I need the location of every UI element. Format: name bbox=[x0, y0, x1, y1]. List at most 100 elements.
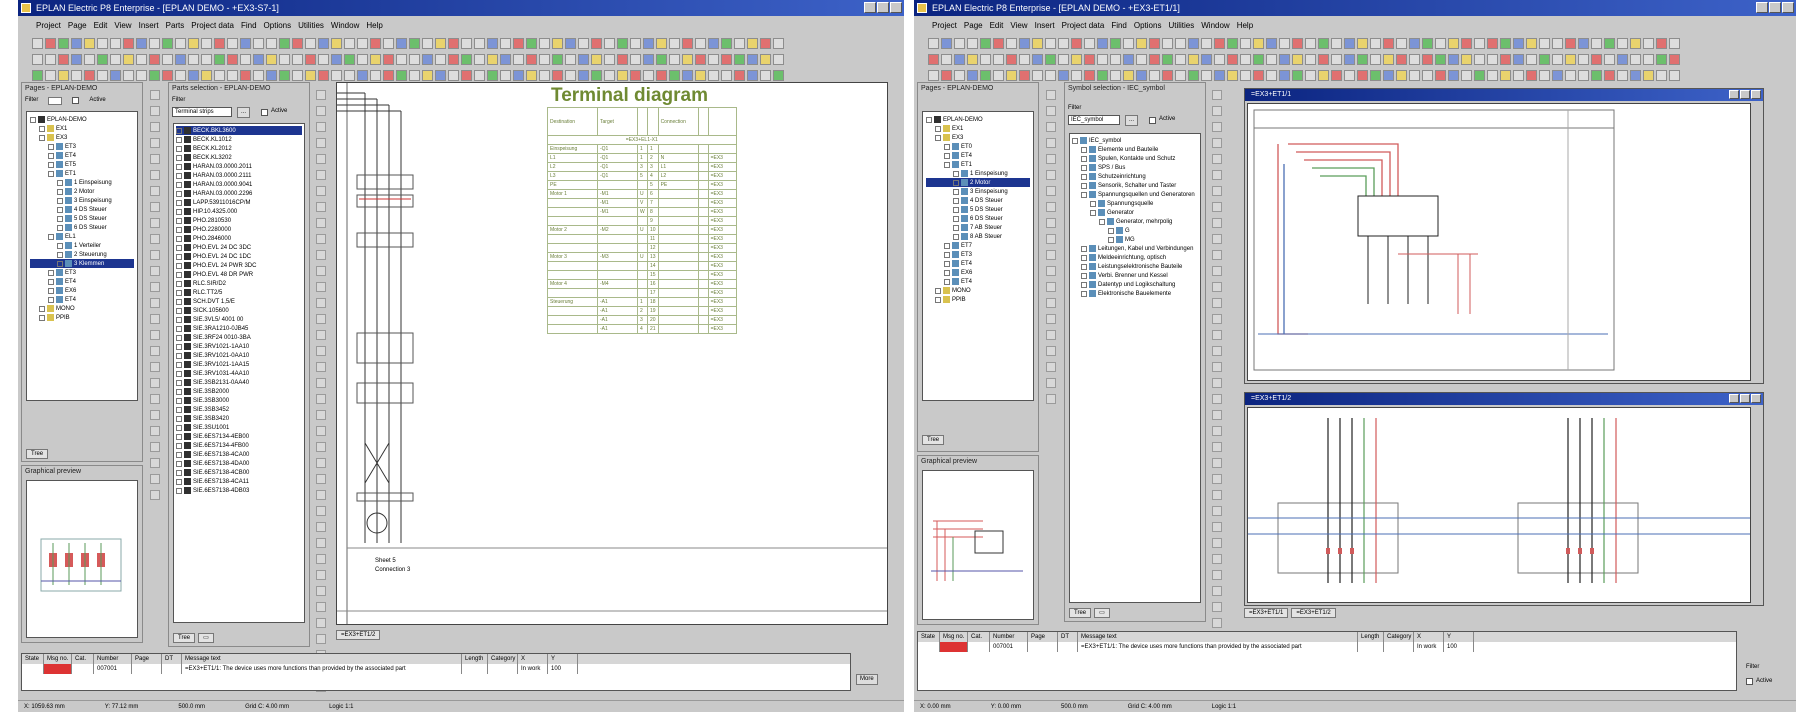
toolbar-button-icon[interactable] bbox=[617, 37, 628, 49]
column-header[interactable]: Msg no. bbox=[940, 632, 968, 642]
toolbar-button-icon[interactable] bbox=[1396, 69, 1407, 81]
expand-icon[interactable] bbox=[48, 161, 54, 168]
toolbar-button-icon[interactable] bbox=[1422, 53, 1433, 65]
tree-item[interactable]: ET4 bbox=[926, 151, 1030, 160]
expand-icon[interactable] bbox=[944, 242, 950, 249]
column-header[interactable]: DT bbox=[162, 654, 182, 664]
tool-icon[interactable] bbox=[1046, 234, 1056, 244]
toolbar-button-icon[interactable] bbox=[305, 69, 316, 81]
toolbar-button-icon[interactable] bbox=[526, 69, 537, 81]
toolbar-button-icon[interactable] bbox=[513, 69, 524, 81]
tree-item[interactable]: MONO bbox=[30, 304, 134, 313]
tool-icon[interactable] bbox=[316, 618, 326, 628]
toolbar-button-icon[interactable] bbox=[1630, 69, 1641, 81]
toolbar-button-icon[interactable] bbox=[357, 37, 368, 49]
tree-item[interactable]: 2 Steuerung bbox=[30, 250, 134, 259]
tool-icon[interactable] bbox=[316, 442, 326, 452]
tool-icon[interactable] bbox=[1212, 154, 1222, 164]
part-item[interactable]: SIE.6ES7138-4CA00 bbox=[176, 450, 302, 459]
menu-item-insert[interactable]: Insert bbox=[1035, 19, 1055, 33]
filter-dropdown[interactable]: Terminal strips bbox=[172, 107, 232, 117]
tree-item[interactable]: 5 DS Steuer bbox=[30, 214, 134, 223]
toolbar-button-icon[interactable] bbox=[71, 53, 82, 65]
toolbar-button-icon[interactable] bbox=[539, 37, 550, 49]
menu-item-page[interactable]: Page bbox=[964, 19, 983, 33]
tool-icon[interactable] bbox=[316, 234, 326, 244]
expand-icon[interactable] bbox=[48, 152, 54, 159]
toolbar-button-icon[interactable] bbox=[656, 37, 667, 49]
expand-icon[interactable] bbox=[944, 161, 950, 168]
parts-list[interactable]: BECK.BKL3600 BECK.KL1012 BECK.KL2012 BECK.K… bbox=[173, 123, 305, 623]
tool-icon[interactable] bbox=[316, 106, 326, 116]
toolbar-button-icon[interactable] bbox=[682, 53, 693, 65]
maximize-icon[interactable] bbox=[1740, 394, 1750, 403]
tree-item[interactable]: EX6 bbox=[30, 286, 134, 295]
tree-tab[interactable]: Tree bbox=[922, 435, 945, 445]
expand-icon[interactable] bbox=[176, 451, 182, 458]
toolbar-button-icon[interactable] bbox=[643, 37, 654, 49]
tree-item[interactable]: Spulen, Kontakte und Schutz bbox=[1072, 154, 1198, 163]
toolbar-button-icon[interactable] bbox=[1630, 37, 1641, 49]
toolbar-button-icon[interactable] bbox=[1474, 37, 1485, 49]
toolbar-button-icon[interactable] bbox=[1461, 53, 1472, 65]
tree-item[interactable]: 4 DS Steuer bbox=[30, 205, 134, 214]
expand-icon[interactable] bbox=[176, 406, 182, 413]
part-item[interactable]: SIE.6ES7138-4DA00 bbox=[176, 459, 302, 468]
tool-icon[interactable] bbox=[316, 218, 326, 228]
toolbar-button-icon[interactable] bbox=[331, 53, 342, 65]
expand-icon[interactable] bbox=[1081, 281, 1087, 288]
tool-icon[interactable] bbox=[1046, 186, 1056, 196]
tool-icon[interactable] bbox=[316, 298, 326, 308]
tree-item[interactable]: 1 Verteiler bbox=[30, 241, 134, 250]
toolbar-button-icon[interactable] bbox=[1513, 37, 1524, 49]
toolbar-button-icon[interactable] bbox=[1006, 37, 1017, 49]
part-item[interactable]: SIE.3RF24 0010-3BA bbox=[176, 333, 302, 342]
toolbar-button-icon[interactable] bbox=[1253, 53, 1264, 65]
toolbar-button-icon[interactable] bbox=[370, 53, 381, 65]
toolbar-button-icon[interactable] bbox=[240, 53, 251, 65]
toolbar-button-icon[interactable] bbox=[305, 53, 316, 65]
toolbar-button-icon[interactable] bbox=[1565, 53, 1576, 65]
menu-item-page[interactable]: Page bbox=[68, 19, 87, 33]
toolbar-button-icon[interactable] bbox=[1578, 53, 1589, 65]
expand-icon[interactable] bbox=[57, 251, 63, 258]
toolbar-button-icon[interactable] bbox=[656, 69, 667, 81]
toolbar-button-icon[interactable] bbox=[318, 69, 329, 81]
toolbar-button-icon[interactable] bbox=[1032, 53, 1043, 65]
tool-icon[interactable] bbox=[316, 266, 326, 276]
toolbar-button-icon[interactable] bbox=[1149, 53, 1160, 65]
toolbar-button-icon[interactable] bbox=[1279, 69, 1290, 81]
toolbar-button-icon[interactable] bbox=[357, 53, 368, 65]
toolbar-button-icon[interactable] bbox=[1305, 53, 1316, 65]
part-item[interactable]: SIE.3RV1021-1AA10 bbox=[176, 342, 302, 351]
toolbar-button-icon[interactable] bbox=[1643, 69, 1654, 81]
toolbar-button-icon[interactable] bbox=[448, 37, 459, 49]
toolbar-button-icon[interactable] bbox=[1201, 37, 1212, 49]
tool-icon[interactable] bbox=[1212, 170, 1222, 180]
toolbar-button-icon[interactable] bbox=[708, 53, 719, 65]
menu-item-insert[interactable]: Insert bbox=[139, 19, 159, 33]
toolbar-button-icon[interactable] bbox=[747, 37, 758, 49]
toolbar-button-icon[interactable] bbox=[71, 37, 82, 49]
tree-item[interactable]: Generator, mehrpolig bbox=[1072, 217, 1198, 226]
toolbar-button-icon[interactable] bbox=[760, 37, 771, 49]
toolbar-button-icon[interactable] bbox=[1084, 69, 1095, 81]
tree-item[interactable]: ET4 bbox=[926, 259, 1030, 268]
tree-item[interactable]: MG bbox=[1072, 235, 1198, 244]
menu-item-project-data[interactable]: Project data bbox=[1062, 19, 1105, 33]
tool-icon[interactable] bbox=[150, 458, 160, 468]
close-icon[interactable] bbox=[1751, 90, 1761, 99]
toolbar-button-icon[interactable] bbox=[1331, 69, 1342, 81]
tool-icon[interactable] bbox=[1212, 298, 1222, 308]
menu-item-edit[interactable]: Edit bbox=[94, 19, 108, 33]
toolbar-button-icon[interactable] bbox=[1149, 37, 1160, 49]
tree-item[interactable]: MONO bbox=[926, 286, 1030, 295]
tree-item[interactable]: EX3 bbox=[926, 133, 1030, 142]
toolbar-button-icon[interactable] bbox=[32, 53, 43, 65]
tool-icon[interactable] bbox=[316, 330, 326, 340]
expand-icon[interactable] bbox=[1108, 227, 1114, 234]
toolbar-button-icon[interactable] bbox=[1578, 69, 1589, 81]
toolbar-button-icon[interactable] bbox=[1227, 69, 1238, 81]
list-tab-icon[interactable]: ▭ bbox=[198, 633, 214, 643]
toolbar-button-icon[interactable] bbox=[1214, 37, 1225, 49]
